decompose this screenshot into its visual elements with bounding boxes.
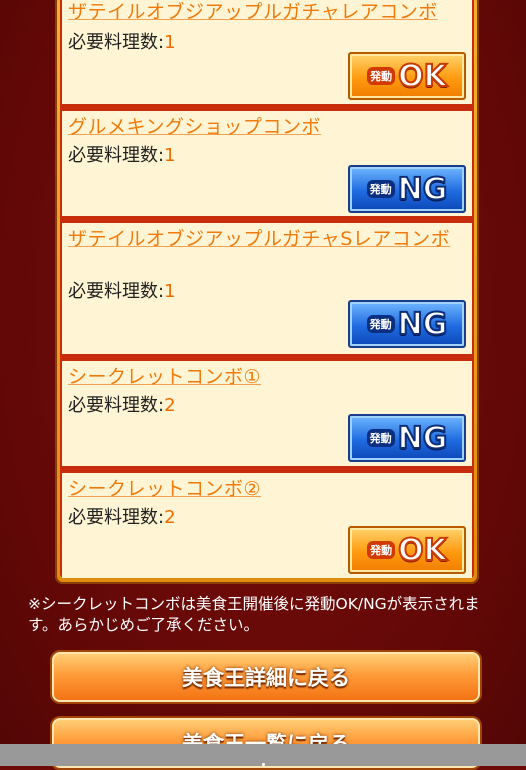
combo-title-link[interactable]: ザテイルオブジアップルガチャレアコンボ [68,0,466,25]
required-number: 2 [164,507,176,528]
combo-item: ザテイルオブジアップルガチャレアコンボ 必要料理数:1 発動 OK [62,0,472,104]
required-number: 1 [164,281,176,302]
required-number: 1 [164,145,176,166]
activation-status: OK [397,532,448,569]
activation-status: NG [397,420,449,457]
activation-status: OK [397,58,448,95]
bottom-toolbar [0,744,526,766]
required-dish-count: 必要料理数:1 [68,141,176,167]
activation-label: 発動 [366,315,395,333]
required-dish-count: 必要料理数:2 [68,391,176,417]
combo-title-link[interactable]: ザテイルオブジアップルガチャSレアコンボ [68,227,466,252]
required-dish-count: 必要料理数:1 [68,28,176,54]
required-dish-count: 必要料理数:1 [68,277,176,303]
activation-ng-badge: 発動 NG [348,165,466,213]
activation-ok-badge: 発動 OK [348,52,466,100]
required-label: 必要料理数: [68,507,165,528]
combo-title-link[interactable]: シークレットコンボ② [68,477,466,502]
activation-ng-badge: 発動 NG [348,300,466,348]
required-label: 必要料理数: [68,281,165,302]
combo-item: シークレットコンボ② 必要料理数:2 発動 OK [62,473,472,578]
combo-title-link[interactable]: シークレットコンボ① [68,365,466,390]
required-label: 必要料理数: [68,32,165,53]
activation-label: 発動 [366,180,395,198]
required-number: 2 [164,395,176,416]
combo-title-link[interactable]: グルメキングショップコンボ [68,115,466,140]
back-to-detail-label: 美食王詳細に戻る [182,666,350,690]
activation-status: NG [397,171,449,208]
activation-label: 発動 [367,541,396,559]
combo-item: グルメキングショップコンボ 必要料理数:1 発動 NG [62,111,472,216]
combo-item: シークレットコンボ① 必要料理数:2 発動 NG [62,361,472,466]
required-label: 必要料理数: [68,145,165,166]
back-to-detail-button[interactable]: 美食王詳細に戻る [50,650,482,704]
activation-label: 発動 [367,67,396,85]
required-dish-count: 必要料理数:2 [68,503,176,529]
activation-label: 発動 [366,429,395,447]
activation-ok-badge: 発動 OK [348,526,466,574]
required-label: 必要料理数: [68,395,165,416]
required-number: 1 [164,32,176,53]
activation-status: NG [397,306,449,343]
secret-combo-note: ※シークレットコンボは美食王開催後に発動OK/NGが表示されます。あらかじめご了… [28,595,480,634]
activation-ng-badge: 発動 NG [348,414,466,462]
combo-item: ザテイルオブジアップルガチャSレアコンボ 必要料理数:1 発動 NG [62,223,472,354]
